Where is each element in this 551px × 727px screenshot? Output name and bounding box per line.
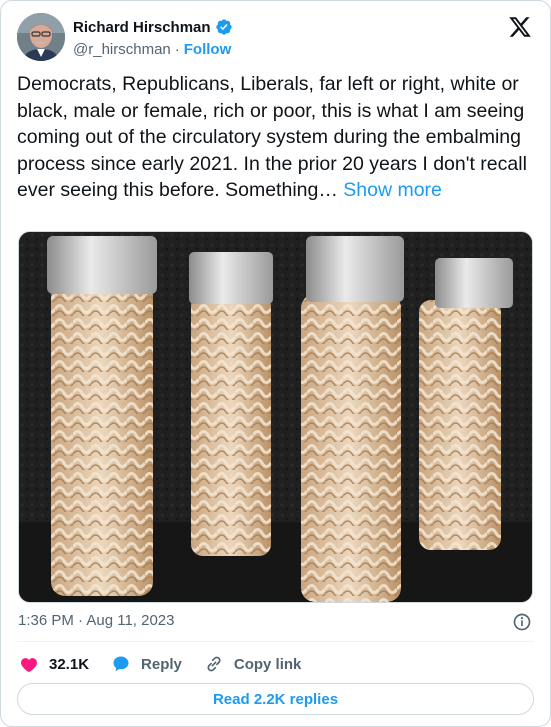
copy-link-button[interactable]: Copy link xyxy=(204,654,302,674)
follow-button[interactable]: Follow xyxy=(184,41,232,58)
author-handle[interactable]: @r_hirschman xyxy=(73,41,171,58)
tweet-timestamp[interactable]: 1:36 PM · Aug 11, 2023 xyxy=(18,612,175,629)
tweet-photo[interactable] xyxy=(18,231,533,603)
author-display-name[interactable]: Richard Hirschman xyxy=(73,19,211,36)
avatar[interactable] xyxy=(17,13,65,61)
author-names: Richard Hirschman @r_hirschman · Follow xyxy=(73,17,233,59)
vial-3 xyxy=(301,236,404,602)
read-replies-button[interactable]: Read 2.2K replies xyxy=(17,683,534,715)
like-button[interactable]: 32.1K xyxy=(19,654,89,674)
info-icon[interactable] xyxy=(512,612,532,632)
link-icon xyxy=(207,656,221,672)
tweet-text: Democrats, Republicans, Liberals, far le… xyxy=(17,71,537,204)
vial-2 xyxy=(189,252,273,556)
vial-4 xyxy=(419,258,513,550)
reply-button[interactable]: Reply xyxy=(111,654,182,674)
reply-label: Reply xyxy=(141,655,182,673)
separator-dot: · xyxy=(174,40,180,58)
read-replies-label: Read 2.2K replies xyxy=(212,690,339,708)
divider xyxy=(17,641,534,642)
vial-1 xyxy=(47,236,157,596)
like-count: 32.1K xyxy=(49,655,90,673)
verified-badge-icon xyxy=(215,18,233,36)
x-logo-icon[interactable] xyxy=(508,15,532,39)
tweet-header: Richard Hirschman @r_hirschman · Follow xyxy=(17,13,534,63)
heart-icon xyxy=(21,658,37,672)
reply-bubble-icon xyxy=(113,656,129,672)
action-bar: 32.1K Reply Copy link xyxy=(19,653,323,675)
show-more-link[interactable]: Show more xyxy=(343,179,442,201)
copy-link-label: Copy link xyxy=(233,655,302,673)
tweet-body: Democrats, Republicans, Liberals, far le… xyxy=(17,73,527,201)
tweet-card: Richard Hirschman @r_hirschman · Follow … xyxy=(0,0,551,727)
